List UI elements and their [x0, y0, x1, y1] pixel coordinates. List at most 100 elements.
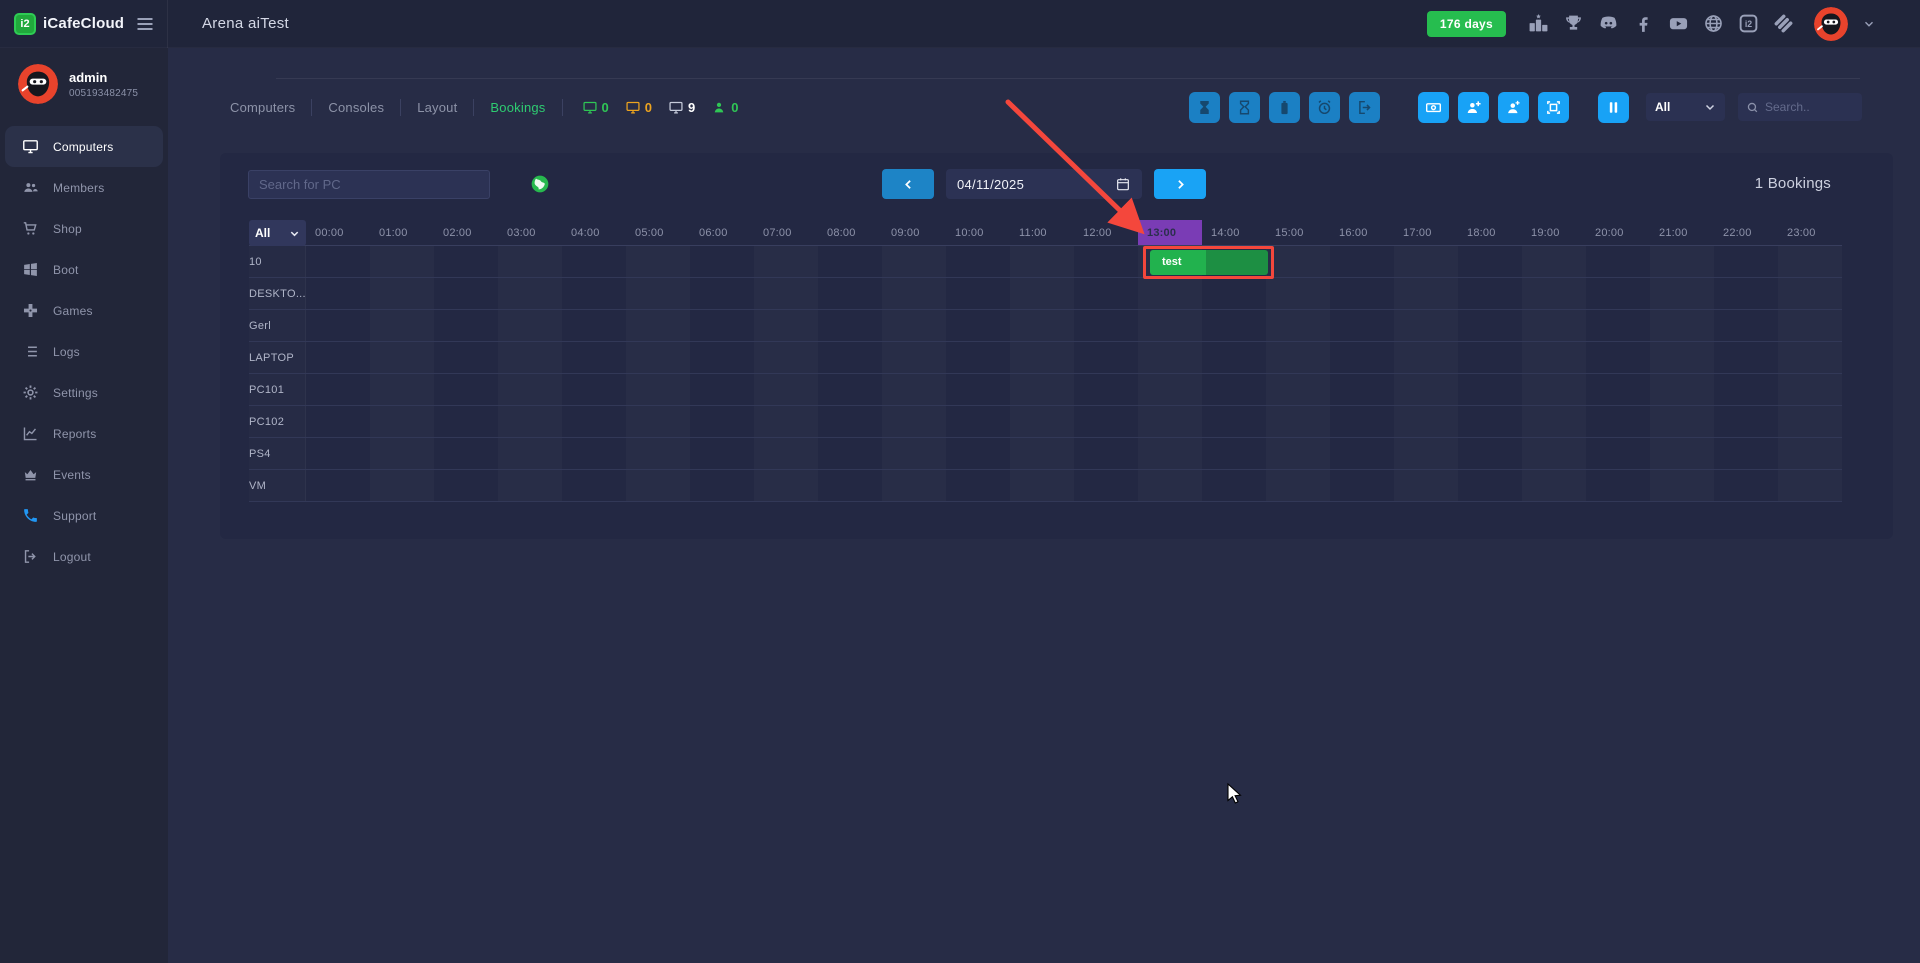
slot-cell[interactable] — [946, 278, 1010, 309]
alarm-button[interactable] — [1309, 92, 1340, 123]
slot-cell[interactable] — [1650, 310, 1714, 341]
slot-cell[interactable] — [1010, 246, 1074, 277]
globe-icon[interactable] — [530, 174, 550, 194]
tab-layout[interactable]: Layout — [401, 100, 473, 115]
slot-cell[interactable] — [306, 438, 370, 469]
slot-cell[interactable] — [946, 246, 1010, 277]
slot-cell[interactable] — [1138, 310, 1202, 341]
slot-cell[interactable] — [1714, 246, 1778, 277]
slot-cell[interactable] — [882, 438, 946, 469]
slot-cell[interactable] — [1522, 374, 1586, 405]
slot-cell[interactable] — [370, 278, 434, 309]
slot-cell[interactable] — [818, 246, 882, 277]
slot-cell[interactable] — [306, 406, 370, 437]
slot-cell[interactable] — [1138, 438, 1202, 469]
slot-cell[interactable] — [1714, 342, 1778, 373]
slot-cell[interactable] — [1650, 406, 1714, 437]
slot-cell[interactable] — [882, 470, 946, 501]
slot-cell[interactable] — [882, 374, 946, 405]
slot-cell[interactable] — [1394, 470, 1458, 501]
slot-cell[interactable] — [1010, 342, 1074, 373]
slot-cell[interactable] — [306, 374, 370, 405]
slot-cell[interactable] — [1778, 310, 1842, 341]
calendar-icon[interactable] — [1115, 176, 1131, 192]
slot-cell[interactable] — [1458, 438, 1522, 469]
slot-cell[interactable] — [882, 310, 946, 341]
slot-cell[interactable] — [562, 406, 626, 437]
sidebar-item-support[interactable]: Support — [5, 495, 163, 536]
slot-cell[interactable] — [1394, 374, 1458, 405]
pc-search-input[interactable] — [259, 177, 479, 192]
slot-cell[interactable] — [1074, 278, 1138, 309]
slot-cell[interactable] — [754, 374, 818, 405]
slot-cell[interactable] — [1266, 374, 1330, 405]
person-counter[interactable]: 0 — [710, 100, 738, 115]
status-filter-select[interactable]: All — [1646, 93, 1725, 121]
slot-cell[interactable] — [1586, 278, 1650, 309]
slot-cell[interactable] — [498, 246, 562, 277]
slot-cell[interactable] — [1522, 310, 1586, 341]
sidebar-item-games[interactable]: Games — [5, 290, 163, 331]
slot-cell[interactable] — [1202, 374, 1266, 405]
pc-filter-select[interactable]: All — [249, 220, 306, 246]
slot-cell[interactable] — [1138, 278, 1202, 309]
slot-cell[interactable] — [1010, 310, 1074, 341]
slot-cell[interactable] — [690, 278, 754, 309]
slot-cell[interactable] — [1458, 406, 1522, 437]
slot-cell[interactable] — [626, 342, 690, 373]
sidebar-item-events[interactable]: Events — [5, 454, 163, 495]
slot-cell[interactable] — [1778, 246, 1842, 277]
slot-cell[interactable] — [1266, 342, 1330, 373]
slot-cell[interactable] — [434, 470, 498, 501]
slot-cell[interactable] — [434, 342, 498, 373]
slot-cell[interactable] — [946, 406, 1010, 437]
icafecloud-logo-icon[interactable]: i2 — [1738, 13, 1759, 34]
slot-cell[interactable] — [1778, 438, 1842, 469]
slot-cell[interactable] — [1522, 278, 1586, 309]
slot-cell[interactable] — [1778, 406, 1842, 437]
booking-block[interactable]: test — [1150, 250, 1268, 275]
slot-cell[interactable] — [1138, 374, 1202, 405]
slot-cell[interactable] — [1138, 470, 1202, 501]
slot-cell[interactable] — [946, 438, 1010, 469]
chevron-down-icon[interactable] — [1862, 17, 1876, 31]
slot-cell[interactable] — [434, 374, 498, 405]
partners-icon[interactable] — [1773, 13, 1794, 34]
slot-cell[interactable] — [690, 470, 754, 501]
slot-cell[interactable] — [498, 374, 562, 405]
slot-cell[interactable] — [498, 406, 562, 437]
slot-cell[interactable] — [562, 246, 626, 277]
slot-cell[interactable] — [1778, 470, 1842, 501]
youtube-icon[interactable] — [1668, 13, 1689, 34]
slot-cell[interactable] — [946, 374, 1010, 405]
slot-cell[interactable] — [498, 470, 562, 501]
slot-cell[interactable] — [1010, 374, 1074, 405]
slot-cell[interactable] — [1266, 310, 1330, 341]
sidebar-item-logs[interactable]: Logs — [5, 331, 163, 372]
slot-cell[interactable] — [370, 374, 434, 405]
slot-cell[interactable] — [690, 406, 754, 437]
slot-cell[interactable] — [498, 278, 562, 309]
slot-cell[interactable] — [1202, 406, 1266, 437]
slot-cell[interactable] — [1650, 342, 1714, 373]
slot-cell[interactable] — [818, 470, 882, 501]
slot-cell[interactable] — [1074, 438, 1138, 469]
user-block[interactable]: admin 005193482475 — [0, 48, 168, 122]
hourglass-button[interactable] — [1229, 92, 1260, 123]
pause-button[interactable] — [1598, 92, 1629, 123]
sidebar-item-members[interactable]: Members — [5, 167, 163, 208]
slot-cell[interactable] — [306, 470, 370, 501]
slot-cell[interactable] — [1586, 438, 1650, 469]
slot-cell[interactable] — [818, 374, 882, 405]
slot-cell[interactable] — [1458, 246, 1522, 277]
slot-cell[interactable] — [754, 406, 818, 437]
slot-cell[interactable] — [1394, 278, 1458, 309]
battery-button[interactable] — [1269, 92, 1300, 123]
sidebar-item-shop[interactable]: Shop — [5, 208, 163, 249]
slot-cell[interactable] — [562, 342, 626, 373]
slot-cell[interactable] — [1522, 246, 1586, 277]
slot-cell[interactable] — [1458, 374, 1522, 405]
discord-icon[interactable] — [1598, 13, 1619, 34]
slot-cell[interactable] — [1074, 406, 1138, 437]
slot-cell[interactable] — [690, 438, 754, 469]
